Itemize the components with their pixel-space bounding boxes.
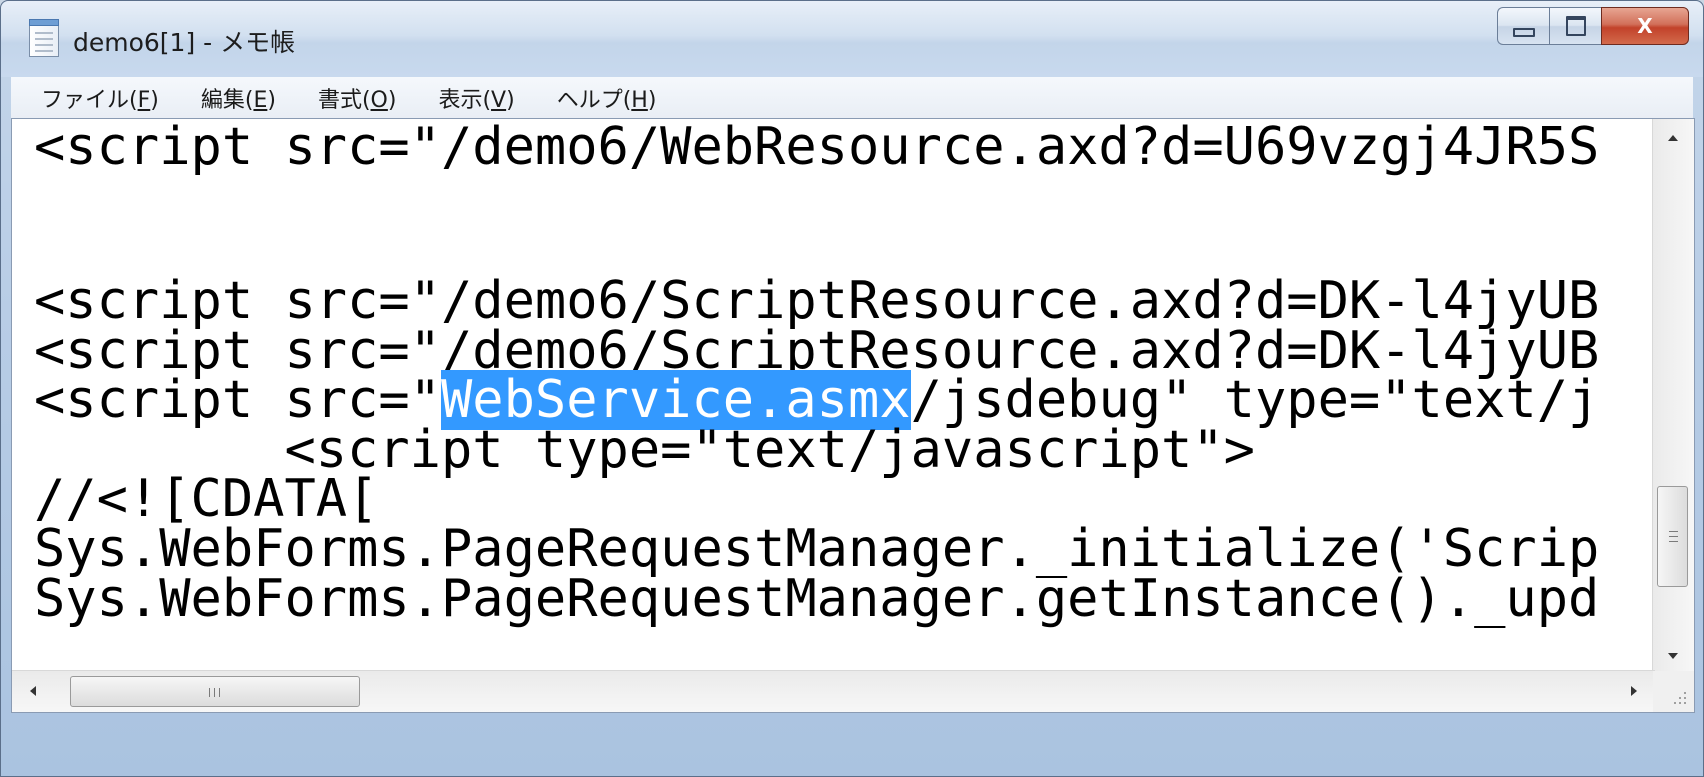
menu-bar: ファイル(F) 編集(E) 書式(O) 表示(V) ヘルプ(H)	[11, 77, 1693, 119]
title-bar[interactable]: demo6[1] - メモ帳 X	[1, 1, 1703, 77]
menu-file[interactable]: ファイル(F)	[41, 82, 171, 114]
scroll-left-icon[interactable]	[30, 686, 36, 696]
resize-grip-icon[interactable]	[1653, 671, 1694, 712]
scroll-down-icon[interactable]	[1668, 653, 1678, 659]
menu-help[interactable]: ヘルプ(H)	[557, 82, 669, 114]
horizontal-scrollbar[interactable]	[12, 670, 1655, 712]
horizontal-scroll-thumb[interactable]	[70, 676, 360, 707]
maximize-button[interactable]	[1549, 7, 1601, 45]
close-button[interactable]: X	[1601, 7, 1689, 45]
vertical-scrollbar[interactable]	[1652, 119, 1694, 673]
text-editor[interactable]: <script src="/demo6/WebResource.axd?d=U6…	[11, 118, 1695, 713]
code-line[interactable]: <script src="/demo6/WebResource.axd?d=U6…	[34, 119, 1599, 175]
notepad-window: demo6[1] - メモ帳 X ファイル(F) 編集(E) 書式(O) 表示(…	[0, 0, 1704, 777]
vertical-scroll-thumb[interactable]	[1657, 486, 1688, 587]
maximize-icon	[1565, 16, 1586, 36]
menu-edit[interactable]: 編集(E)	[201, 82, 288, 114]
notepad-icon[interactable]	[29, 19, 59, 57]
window-title: demo6[1] - メモ帳	[73, 28, 296, 57]
menu-view[interactable]: 表示(V)	[438, 82, 526, 114]
menu-format[interactable]: 書式(O)	[318, 82, 409, 114]
minimize-icon	[1512, 27, 1535, 37]
text-content[interactable]: <script src="/demo6/WebResource.axd?d=U6…	[12, 119, 1655, 673]
scroll-up-icon[interactable]	[1668, 135, 1678, 141]
minimize-button[interactable]	[1497, 7, 1549, 45]
scroll-right-icon[interactable]	[1631, 686, 1637, 696]
code-line[interactable]: Sys.WebForms.PageRequestManager.getInsta…	[34, 571, 1599, 627]
close-icon: X	[1637, 14, 1653, 38]
window-controls: X	[1497, 7, 1689, 45]
